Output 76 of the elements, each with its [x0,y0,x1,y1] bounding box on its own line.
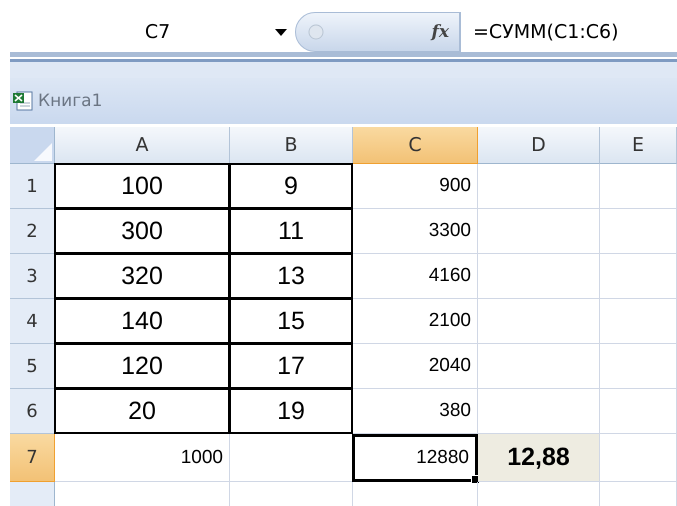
cell-value: 3300 [428,220,471,242]
cell-value: 2100 [428,310,471,332]
table-cell[interactable]: 120 [54,343,230,389]
cell-value: 13 [277,262,305,290]
table-cell[interactable]: 100 [54,163,230,209]
table-cell[interactable] [478,299,600,344]
cell-value: 2040 [428,355,471,377]
cell-value: 1000 [180,446,223,468]
resize-handle-icon[interactable] [308,24,324,40]
table-cell[interactable]: 3300 [353,209,478,254]
table-cell[interactable] [600,254,677,299]
table-cell[interactable]: 17 [229,343,353,389]
table-cell[interactable] [600,344,677,389]
table-cell[interactable]: 900 [353,164,478,209]
table-cell[interactable] [600,389,677,434]
table-cell[interactable]: 12,88 [478,434,600,482]
table-cell[interactable]: 2040 [353,344,478,389]
table-cell[interactable]: 1000 [55,434,230,482]
name-box[interactable]: C7 [10,12,295,52]
row-header[interactable]: 2 [10,209,55,254]
spreadsheet-icon [12,90,34,112]
row-header[interactable]: 6 [10,389,55,434]
table-cell[interactable]: 140 [54,298,230,344]
formula-field[interactable]: =СУММ(C1:C6) [460,12,677,52]
row-header[interactable]: 1 [10,164,55,209]
cell-value: 140 [121,306,163,336]
table-cell[interactable] [478,209,600,254]
cell-value: 9 [284,172,298,200]
row-header[interactable]: 5 [10,344,55,389]
table-cell[interactable] [600,209,677,254]
table-cell[interactable]: 13 [229,253,353,299]
cell-value: 17 [277,352,305,380]
cell-value: 100 [121,172,163,200]
cell-value: 12880 [416,447,469,469]
table-cell[interactable]: 15 [229,298,353,344]
row-header[interactable]: 7 [10,434,55,482]
cell-value: 19 [277,396,305,426]
cell-value: 120 [121,352,163,380]
column-header[interactable]: E [600,127,677,164]
table-cell[interactable]: 300 [54,208,230,254]
cell-value: 900 [439,175,471,197]
table-cell[interactable] [478,164,600,209]
table-cell[interactable] [600,164,677,209]
cell-value: 380 [439,400,471,422]
cell-value: 320 [121,262,163,290]
cell-value: 11 [278,216,304,246]
triangle-icon [34,143,52,161]
table-cell[interactable]: 11 [229,208,353,254]
table-cell[interactable]: 20 [54,388,230,434]
column-header[interactable]: C [353,127,478,164]
table-cell[interactable] [600,299,677,344]
table-cell[interactable]: 320 [54,253,230,299]
row-header[interactable]: 3 [10,254,55,299]
table-cell[interactable] [478,254,600,299]
column-header[interactable]: D [478,127,600,164]
table-cell[interactable] [478,344,600,389]
table-cell[interactable]: 12880 [352,434,478,482]
workbook-title: Книга1 [38,91,102,111]
row-header[interactable] [10,482,55,506]
table-cell[interactable]: 4160 [353,254,478,299]
cell-value: 300 [121,216,163,246]
result-value: 12,88 [507,443,570,472]
column-header[interactable]: A [55,127,230,164]
table-cell[interactable]: 19 [229,388,353,434]
table-cell[interactable]: 2100 [353,299,478,344]
select-all-button[interactable] [10,127,55,164]
column-header[interactable]: B [230,127,353,164]
cell-value: 20 [128,396,156,426]
insert-function-button[interactable]: fx [432,22,449,42]
cell-value: 15 [277,306,305,336]
table-cell[interactable]: 9 [229,163,353,209]
row-header[interactable]: 4 [10,299,55,344]
table-cell[interactable]: 380 [353,389,478,434]
caret-icon[interactable] [275,28,287,36]
cell-value: 4160 [428,265,471,287]
table-cell[interactable] [600,434,677,482]
